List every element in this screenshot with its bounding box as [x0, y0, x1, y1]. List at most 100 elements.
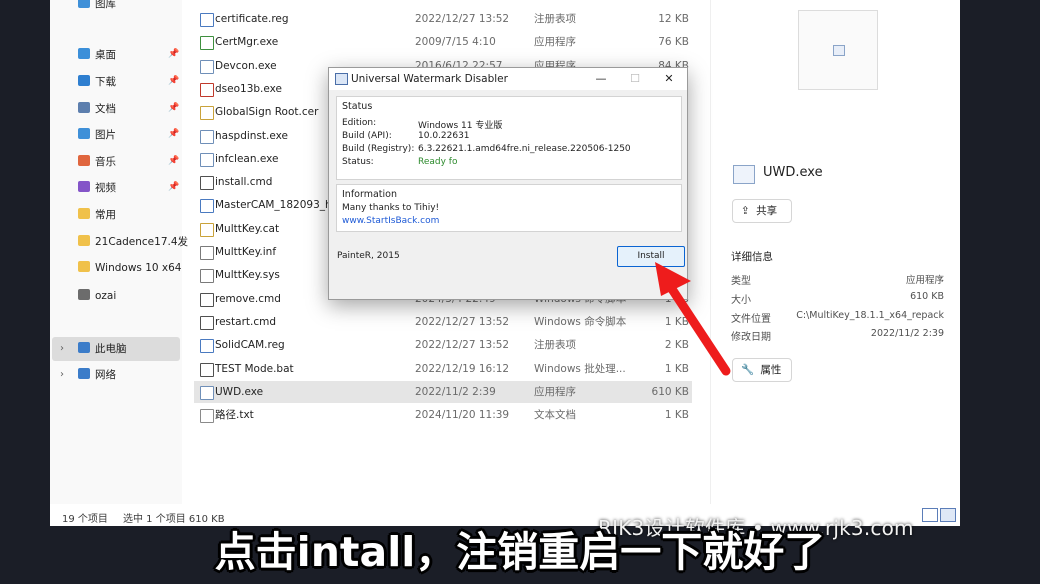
dialog-titlebar[interactable]: Universal Watermark Disabler — ☐ ✕ — [329, 68, 687, 90]
properties-button[interactable]: 🔧 属性 — [732, 358, 792, 382]
download-icon — [78, 75, 90, 86]
details-section-title: 详细信息 — [731, 251, 773, 263]
dseo-icon — [200, 82, 214, 97]
pin-icon: 📌 — [168, 103, 180, 113]
nav-item-label: 音乐 — [95, 156, 116, 168]
file-row[interactable]: CertMgr.exe 2009/7/15 4:10 应用程序 76 KB — [194, 31, 692, 53]
minimize-button[interactable]: — — [584, 68, 618, 90]
status-group-label: Status — [342, 101, 373, 112]
certificate-icon — [200, 106, 214, 121]
share-button[interactable]: ⇪ 共享 — [732, 199, 792, 223]
nav-item-label: ozai — [95, 290, 117, 302]
property-value: 应用程序 — [905, 275, 944, 286]
nav-item-network[interactable]: 网络 — [78, 365, 116, 385]
build-registry-label: Build (Registry): — [342, 144, 415, 154]
file-row[interactable]: certificate.reg 2022/12/27 13:52 注册表项 12 KB — [194, 8, 692, 30]
install-button[interactable]: Install — [617, 246, 685, 267]
wrench-icon: 🔧 — [741, 364, 755, 376]
music-icon — [78, 155, 90, 166]
information-group: Information Many thanks to Tihiy! www.St… — [336, 184, 682, 232]
edition-label: Edition: — [342, 118, 377, 128]
nav-item-gallery[interactable]: 图库 — [78, 0, 116, 14]
network-icon — [78, 368, 90, 379]
nav-item-label: 文档 — [95, 103, 116, 115]
uwd-exe-icon — [200, 385, 214, 400]
nav-item[interactable]: 音乐 — [78, 152, 116, 172]
file-type: 注册表项 — [534, 13, 576, 25]
nav-item[interactable]: 视频 — [78, 178, 116, 198]
uwd-dialog: Universal Watermark Disabler — ☐ ✕ Statu… — [328, 67, 688, 300]
thanks-text: Many thanks to Tihiy! — [342, 203, 440, 213]
certmgr-icon — [200, 36, 214, 51]
preview-thumbnail — [798, 10, 878, 90]
nav-item[interactable]: 常用 — [78, 205, 116, 225]
catalog-icon — [200, 222, 214, 237]
file-size: 12 KB — [658, 13, 689, 25]
file-date: 2024/11/20 11:39 — [415, 409, 510, 422]
nav-item-label: Windows 10 x64 — [95, 262, 182, 274]
file-date: 2022/12/19 16:12 — [415, 362, 510, 375]
file-row[interactable]: 路径.txt 2024/11/20 11:39 文本文档 1 KB — [194, 404, 692, 426]
nav-item-label: 网络 — [95, 369, 116, 381]
edition-value: Windows 11 专业版 — [418, 121, 503, 131]
startisback-link[interactable]: www.StartIsBack.com — [342, 216, 439, 226]
author-credit: PainteR, 2015 — [337, 251, 400, 261]
file-size: 2 KB — [664, 339, 689, 352]
nav-item-label: 图库 — [95, 0, 116, 10]
pin-icon: 📌 — [168, 156, 180, 166]
file-date: 2022/12/27 13:52 — [415, 13, 510, 25]
file-name: SolidCAM.reg — [215, 339, 285, 352]
file-type: 应用程序 — [534, 36, 576, 49]
maximize-button[interactable]: ☐ — [618, 68, 652, 90]
file-date: 2009/7/15 4:10 — [415, 36, 496, 49]
exe-icon — [200, 129, 214, 144]
file-row[interactable]: UWD.exe 2022/11/2 2:39 应用程序 610 KB — [194, 380, 692, 403]
property-key: 修改日期 — [731, 332, 771, 343]
property-value: 610 KB — [910, 291, 944, 302]
status-label: Status: — [342, 157, 374, 167]
nav-item-label: 此电脑 — [95, 343, 127, 355]
pin-icon: 📌 — [168, 49, 180, 59]
file-name: 路径.txt — [215, 409, 254, 422]
property-value: C:\MultiKey_18.1.1_x64_repack — [796, 310, 944, 321]
nav-item-label: 图片 — [95, 129, 116, 141]
information-group-label: Information — [342, 189, 397, 200]
file-row[interactable]: restart.cmd 2022/12/27 13:52 Windows 命令脚本 1… — [194, 311, 692, 333]
file-size: 76 KB — [658, 36, 689, 49]
file-name: certificate.reg — [215, 13, 289, 25]
nav-item[interactable]: 21Cadence17.4发 — [78, 232, 188, 252]
close-button[interactable]: ✕ — [652, 68, 686, 90]
file-row[interactable]: TEST Mode.bat 2022/12/19 16:12 Windows 批处理… — [194, 358, 692, 380]
logo-icon — [78, 289, 90, 300]
folder-icon — [78, 235, 90, 246]
chevron-right-icon[interactable]: › — [60, 343, 64, 354]
properties-label: 属性 — [760, 364, 782, 376]
documents-icon — [78, 102, 90, 113]
chevron-right-icon[interactable]: › — [60, 369, 64, 380]
uwd-exe-icon — [733, 165, 755, 184]
share-icon: ⇪ — [741, 205, 750, 217]
property-key: 文件位置 — [731, 314, 771, 325]
file-size: 610 KB — [651, 385, 689, 398]
nav-item[interactable]: 图片 — [78, 125, 116, 145]
nav-item[interactable]: Windows 10 x64 — [78, 258, 181, 278]
folder-icon — [78, 208, 90, 219]
file-type: 注册表项 — [534, 339, 576, 352]
nav-item[interactable]: 文档 — [78, 99, 116, 119]
cmd-icon — [200, 176, 214, 191]
nav-item[interactable]: 桌面 — [78, 45, 116, 65]
file-size: 1 KB — [664, 362, 689, 375]
file-date: 2022/11/2 2:39 — [415, 385, 496, 398]
file-row[interactable]: SolidCAM.reg 2022/12/27 13:52 注册表项 2 KB — [194, 334, 692, 356]
nav-item-label: 下载 — [95, 76, 116, 88]
detail-file-name: UWD.exe — [763, 165, 823, 180]
app-window-icon — [335, 73, 348, 85]
nav-item[interactable]: ozai — [78, 286, 116, 306]
pin-icon: 📌 — [168, 76, 180, 86]
pictures-icon — [78, 128, 90, 139]
status-group: Status Edition: Windows 11 专业版 Build (AP… — [336, 96, 682, 180]
nav-item[interactable]: 下载 — [78, 72, 116, 92]
nav-item-this-pc[interactable]: 此电脑 — [78, 339, 127, 359]
file-name: restart.cmd — [215, 315, 277, 328]
navigation-pane: 图库 桌面 📌 下载 📌 文档 📌 图片 📌 音乐 📌 视频 📌 常用 21Cadence17.4发 Win… — [50, 0, 188, 504]
